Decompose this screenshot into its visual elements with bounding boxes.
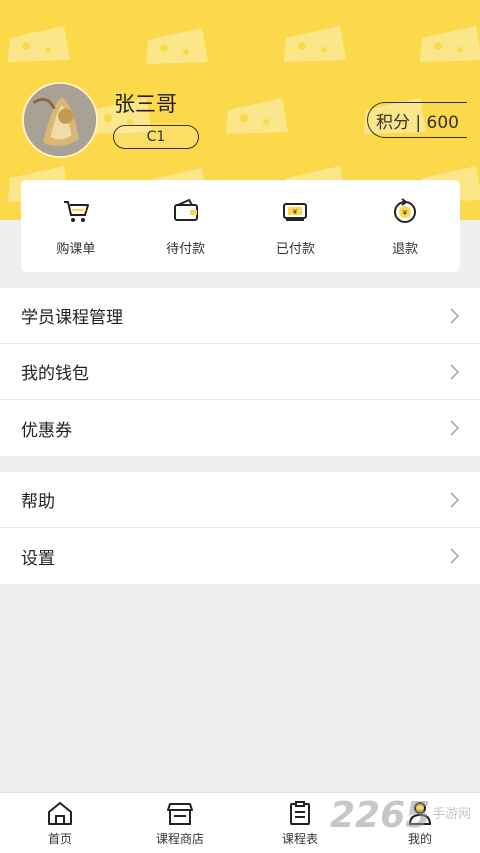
cheese-decor-icon [420,26,480,62]
tab-profile[interactable]: 我的 [365,800,475,847]
menu-group-main: 学员课程管理 我的钱包 优惠券 [0,288,480,456]
menu-label: 优惠券 [21,420,72,441]
menu-label: 帮助 [21,492,55,512]
order-refund-label: 退款 [392,241,419,257]
avatar[interactable] [22,82,98,158]
tab-label: 课程表 [281,831,318,846]
chevron-right-icon [450,491,460,508]
level-badge: C1 [113,125,199,149]
wallet-icon [173,198,198,221]
refund-icon: ¥ [394,197,417,223]
order-paid[interactable]: ¥ 已付款 [250,196,340,257]
tab-label: 首页 [47,831,72,846]
order-cart-label: 购课单 [56,241,96,257]
menu-label: 学员课程管理 [21,308,123,328]
menu-label: 我的钱包 [21,364,89,384]
cart-icon [63,200,89,222]
cheese-decor-icon [226,98,288,134]
tab-label: 课程商店 [155,831,204,846]
tab-label: 我的 [407,831,432,846]
bottom-tab-bar: 首页 课程商店 课程表 我的 [0,792,480,853]
schedule-icon [290,800,310,825]
cheese-decor-icon [146,28,208,64]
avatar-photo-icon [24,84,96,156]
menu-coupons[interactable]: 优惠券 [0,400,480,456]
profile-icon [408,801,432,825]
order-shortcuts: 购课单 待付款 ¥ 已付款 ¥ 退款 [21,180,460,272]
order-cart[interactable]: 购课单 [31,196,121,257]
paid-cash-icon: ¥ [283,202,308,221]
tab-home[interactable]: 首页 [5,800,115,847]
menu-help[interactable]: 帮助 [0,472,480,528]
svg-text:¥: ¥ [403,209,408,217]
menu-group-settings: 帮助 设置 [0,472,480,584]
menu-settings[interactable]: 设置 [0,528,480,584]
svg-text:¥: ¥ [293,208,298,216]
store-icon [167,802,193,825]
order-pending-label: 待付款 [166,241,206,257]
order-refund[interactable]: ¥ 退款 [360,196,450,257]
chevron-right-icon [450,363,460,380]
home-icon [48,801,72,825]
tab-schedule[interactable]: 课程表 [245,800,355,847]
points-button[interactable]: 积分 | 600 [367,102,467,138]
chevron-right-icon [450,307,460,324]
chevron-right-icon [450,420,460,436]
cheese-decor-icon [284,26,346,62]
menu-course-management[interactable]: 学员课程管理 [0,288,480,344]
order-pending[interactable]: 待付款 [141,196,231,257]
cheese-decor-icon [8,26,70,62]
order-paid-label: 已付款 [275,241,315,257]
menu-wallet[interactable]: 我的钱包 [0,344,480,400]
chevron-right-icon [450,548,460,564]
menu-label: 设置 [21,548,55,569]
username: 张三哥 [114,92,177,116]
tab-store[interactable]: 课程商店 [125,800,235,847]
